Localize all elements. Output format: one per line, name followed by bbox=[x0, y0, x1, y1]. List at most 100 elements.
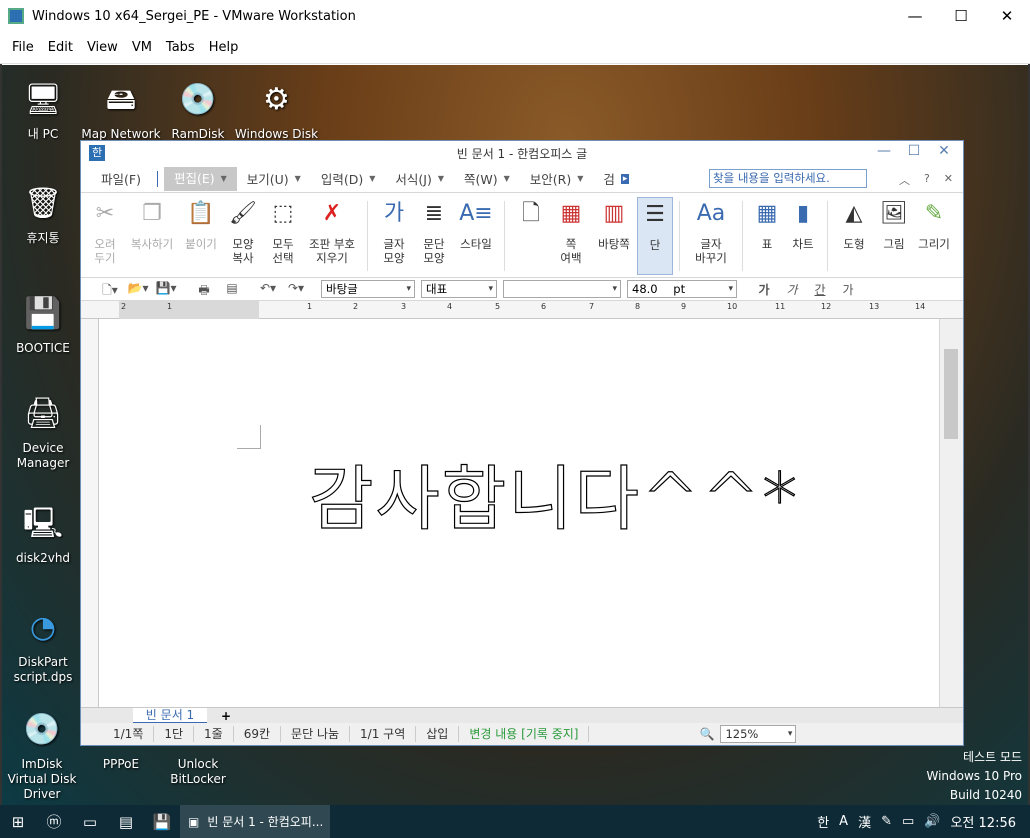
doc-tab-1[interactable]: 빈 문서 1 bbox=[133, 707, 207, 724]
magnifier-icon[interactable]: 🔍 bbox=[699, 727, 714, 741]
hancom-maximize-button[interactable]: ☐ bbox=[899, 143, 929, 159]
redo-icon[interactable]: ↷▾ bbox=[285, 281, 307, 297]
italic-button[interactable]: 가 bbox=[781, 281, 803, 297]
para-shape-button[interactable]: ≣ 문단 모양 bbox=[414, 197, 454, 266]
save-icon[interactable]: 💾▾ bbox=[155, 281, 177, 297]
char-shape-button[interactable]: 가 글자 모양 bbox=[374, 197, 414, 266]
desktop-icon-diskpart[interactable]: ◔ DiskPart script.dps bbox=[2, 603, 84, 685]
more-tabs-icon[interactable]: ▸ bbox=[620, 173, 630, 184]
chart-button[interactable]: ▮ 차트 bbox=[785, 197, 821, 252]
table-button[interactable]: ▦ 표 bbox=[749, 197, 785, 252]
menu-tab-security[interactable]: 보안(R) ▼ bbox=[520, 169, 594, 188]
hancom-close-button[interactable]: ✕ bbox=[929, 143, 959, 159]
zoom-select[interactable]: 125% bbox=[720, 725, 797, 743]
select-all-button[interactable]: ⬚ 모두 선택 bbox=[263, 197, 303, 266]
format-toolbar: 🗋▾ 📂▾ 💾▾ 🖶 ▤ ↶▾ ↷▾ 바탕글 대표 48.0 pt 가 가 간 … bbox=[81, 278, 963, 301]
search-input[interactable]: 찾을 내용을 입력하세요. bbox=[709, 169, 867, 188]
change-char-button[interactable]: Aa 글자 바꾸기 bbox=[686, 197, 736, 266]
menu-view[interactable]: View bbox=[87, 40, 118, 55]
scroll-thumb[interactable] bbox=[944, 349, 958, 439]
doc-close-icon[interactable]: ✕ bbox=[944, 172, 953, 188]
notepad-icon[interactable]: ▤ bbox=[108, 805, 144, 838]
close-button[interactable]: ✕ bbox=[984, 0, 1030, 32]
maximize-button[interactable]: ☐ bbox=[938, 0, 984, 32]
cmd-icon[interactable]: ▭ bbox=[72, 805, 108, 838]
cut-button[interactable]: ✂ 오려 두기 bbox=[85, 197, 125, 266]
menu-tab-page[interactable]: 쪽(W) ▼ bbox=[454, 169, 520, 188]
ribbon-collapse-icon[interactable]: ︿ bbox=[899, 172, 910, 188]
desktop-icon-my-pc[interactable]: 🖥 내 PC bbox=[2, 75, 84, 142]
app-m-icon[interactable]: ⓜ bbox=[36, 805, 72, 838]
background-page-button[interactable]: ▥ 바탕쪽 bbox=[591, 197, 637, 252]
bold-button[interactable]: 가 bbox=[753, 281, 775, 297]
desktop-icon-device-manager[interactable]: 🖨 Device Manager bbox=[2, 389, 84, 471]
clear-marks-button[interactable]: ✗ 조판 부호 지우기 bbox=[303, 197, 361, 266]
table-icon: ▦ bbox=[756, 201, 778, 226]
draw-icon: ✎ bbox=[924, 201, 944, 226]
shape-button[interactable]: ◭ 도형 bbox=[834, 197, 874, 252]
add-tab-icon[interactable]: + bbox=[221, 709, 231, 723]
menu-tab-format[interactable]: 서식(J) ▼ bbox=[385, 169, 454, 188]
new-document-icon[interactable]: 🗋▾ bbox=[99, 281, 121, 297]
ime-alpha[interactable]: A bbox=[839, 814, 848, 829]
volume-icon[interactable]: 🔊 bbox=[924, 814, 940, 829]
disk2vhd-icon: 🖳 bbox=[22, 505, 64, 541]
underline-button[interactable]: 간 bbox=[809, 281, 831, 297]
menu-tab-review[interactable]: 검 ▸ bbox=[593, 169, 639, 188]
menu-tabs[interactable]: Tabs bbox=[166, 40, 195, 55]
font-select[interactable] bbox=[503, 280, 621, 298]
document-text[interactable]: 감사합니다^^* bbox=[308, 443, 799, 544]
desktop-icon-map-network[interactable]: 🖴 Map Network bbox=[80, 75, 162, 142]
menu-help[interactable]: Help bbox=[209, 40, 239, 55]
menu-tab-file[interactable]: 파일(F) bbox=[81, 169, 151, 188]
pen-icon[interactable]: ✎ bbox=[881, 814, 892, 829]
vertical-scrollbar[interactable] bbox=[939, 319, 963, 707]
ime-hanja[interactable]: 漢 bbox=[858, 812, 871, 831]
desktop-icon-recycle-bin[interactable]: 🗑 휴지통 bbox=[2, 179, 84, 246]
preview-icon[interactable]: ▤ bbox=[221, 281, 243, 297]
strike-button[interactable]: 가 bbox=[837, 281, 859, 297]
minimize-button[interactable]: — bbox=[892, 0, 938, 32]
recycle-bin-icon: 🗑 bbox=[23, 185, 63, 221]
horizontal-ruler[interactable]: 2 1 1 2 3 4 5 6 7 8 9 10 11 12 13 14 bbox=[81, 301, 963, 319]
desktop-icon-imdisk[interactable]: 💿 ImDisk Virtual Disk Driver bbox=[2, 705, 82, 802]
menu-tab-edit[interactable]: 편집(E) ▼ bbox=[163, 166, 237, 191]
desktop-icon-bootice[interactable]: 💾 BOOTICE bbox=[2, 289, 84, 356]
network-icon[interactable]: ▭ bbox=[902, 814, 914, 829]
paste-button[interactable]: 📋 붙이기 bbox=[179, 197, 223, 252]
clock[interactable]: 오전 12:56 bbox=[950, 812, 1016, 831]
desktop-icon-windows-disk[interactable]: ⚙ Windows Disk bbox=[234, 75, 319, 142]
shape-copy-button[interactable]: 🖌 모양 복사 bbox=[223, 197, 263, 266]
vertical-ruler[interactable] bbox=[81, 319, 99, 707]
font-size-stepper[interactable]: 48.0 pt bbox=[627, 280, 737, 298]
menu-tab-insert[interactable]: 입력(D) ▼ bbox=[311, 169, 386, 188]
hancom-window: 한 빈 문서 1 - 한컴오피스 글 — ☐ ✕ 파일(F) 편집(E) ▼ 보기… bbox=[80, 140, 964, 746]
document-area[interactable]: 감사합니다^^* bbox=[81, 319, 963, 707]
page-orientation-button[interactable]: 🗋 bbox=[511, 197, 551, 237]
floppy-icon[interactable]: 💾 bbox=[144, 805, 180, 838]
hancom-minimize-button[interactable]: — bbox=[869, 143, 899, 159]
menu-file[interactable]: File bbox=[12, 40, 34, 55]
copy-button[interactable]: ❐ 복사하기 bbox=[125, 197, 179, 252]
open-folder-icon[interactable]: 📂▾ bbox=[127, 281, 149, 297]
menu-edit[interactable]: Edit bbox=[48, 40, 73, 55]
language-select[interactable]: 대표 bbox=[421, 280, 497, 298]
page-margin-button[interactable]: ▦ 쪽 여백 bbox=[551, 197, 591, 266]
desktop-icon-ramdisk[interactable]: 💿 RamDisk bbox=[157, 75, 239, 142]
ime-hangul[interactable]: 한 bbox=[817, 812, 829, 831]
picture-button[interactable]: 🖼 그림 bbox=[874, 197, 914, 252]
columns-button[interactable]: ☰ 단 bbox=[637, 197, 673, 275]
track-changes-status[interactable]: 변경 내용 [기록 중지] bbox=[459, 726, 590, 742]
style-button[interactable]: A≡ 스타일 bbox=[454, 197, 498, 252]
help-icon[interactable]: ? bbox=[924, 172, 930, 188]
print-icon[interactable]: 🖶 bbox=[193, 281, 215, 297]
start-windows-icon[interactable]: ⊞ bbox=[0, 805, 36, 838]
undo-icon[interactable]: ↶▾ bbox=[257, 281, 279, 297]
menu-vm[interactable]: VM bbox=[132, 40, 152, 55]
menu-tab-view[interactable]: 보기(U) ▼ bbox=[237, 169, 311, 188]
insert-mode[interactable]: 삽입 bbox=[416, 726, 460, 742]
taskbar-hancom-task[interactable]: ▣ 빈 문서 1 - 한컴오피... bbox=[180, 805, 330, 838]
style-select[interactable]: 바탕글 bbox=[321, 280, 415, 298]
draw-button[interactable]: ✎ 그리기 bbox=[914, 197, 954, 252]
desktop-icon-disk2vhd[interactable]: 🖳 disk2vhd bbox=[2, 499, 84, 566]
